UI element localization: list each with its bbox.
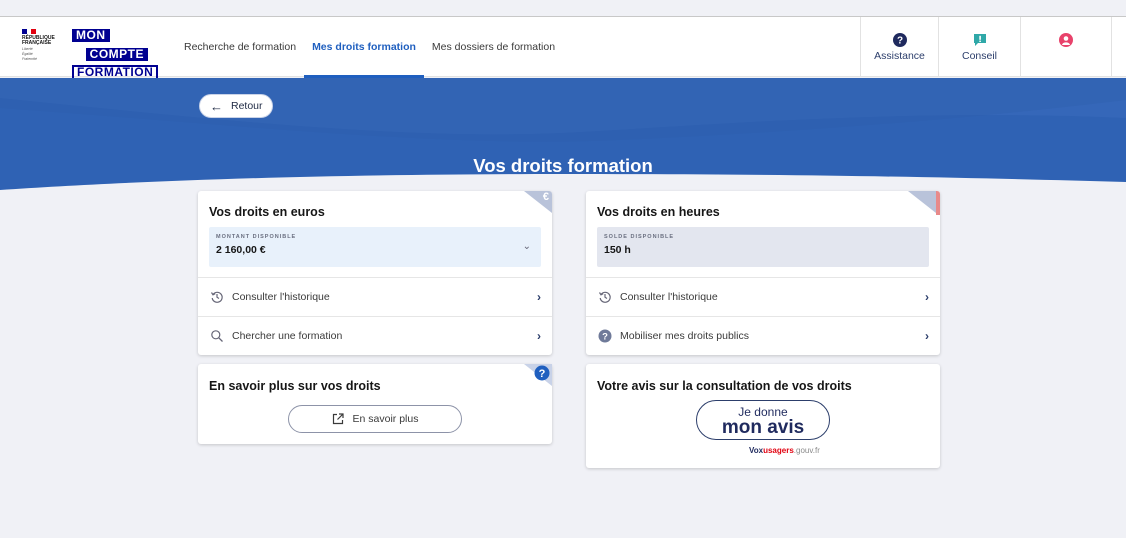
- solde-disponible-box: SOLDE DISPONIBLE 150 h: [597, 227, 929, 267]
- arrow-left-icon: ←: [210, 98, 223, 114]
- avis-line-2: mon avis: [721, 417, 805, 438]
- row-label: Consulter l'historique: [232, 291, 330, 303]
- card-title-avis: Votre avis sur la consultation de vos dr…: [597, 379, 852, 393]
- card-corner: [908, 191, 936, 213]
- marianne-motto-3: Fraternité: [22, 57, 37, 61]
- assistance-button[interactable]: ? Assistance: [860, 17, 938, 77]
- card-droits-euros: € Vos droits en euros MONTANT DISPONIBLE…: [198, 191, 552, 355]
- card-accent-stripe: [936, 191, 940, 215]
- en-savoir-plus-label: En savoir plus: [352, 413, 419, 425]
- nav-mes-droits-formation[interactable]: Mes droits formation: [304, 17, 424, 78]
- external-link-icon: [332, 413, 344, 425]
- republique-francaise-logo[interactable]: RÉPUBLIQUE FRANÇAISE Liberté Égalité Fra…: [22, 29, 64, 65]
- montant-disponible-dropdown[interactable]: MONTANT DISPONIBLE 2 160,00 € ⌄: [209, 227, 541, 267]
- help-badge-icon: ?: [534, 365, 550, 381]
- row-consulter-historique-heures[interactable]: Consulter l'historique ›: [586, 277, 940, 316]
- nav-mes-dossiers-formation[interactable]: Mes dossiers de formation: [424, 17, 563, 77]
- logo-line-mon: MON: [72, 29, 110, 42]
- card-title-euros: Vos droits en euros: [209, 205, 325, 219]
- en-savoir-plus-button[interactable]: En savoir plus: [288, 405, 462, 433]
- card-votre-avis: Votre avis sur la consultation de vos dr…: [586, 364, 940, 468]
- chat-alert-icon: [973, 33, 986, 46]
- svg-text:?: ?: [602, 332, 608, 343]
- chevron-down-icon: ⌄: [522, 241, 531, 252]
- search-icon: [211, 330, 223, 342]
- marianne-text-2: FRANÇAISE: [22, 40, 52, 46]
- logo-line-compte: COMPTE: [85, 48, 148, 61]
- montant-value: 2 160,00 €: [216, 244, 266, 256]
- page-title: Vos droits formation: [473, 155, 653, 176]
- row-label: Consulter l'historique: [620, 291, 718, 303]
- chevron-right-icon: ›: [537, 290, 541, 304]
- euro-icon: €: [542, 191, 549, 203]
- header-banner: [0, 78, 1126, 190]
- back-label: Retour: [231, 100, 263, 112]
- mon-compte-formation-logo[interactable]: MON COMPTE FORMATION: [72, 26, 159, 80]
- chevron-right-icon: ›: [925, 329, 929, 343]
- french-flag-icon: [22, 29, 37, 34]
- card-droits-heures: Vos droits en heures SOLDE DISPONIBLE 15…: [586, 191, 940, 355]
- history-icon: [598, 291, 611, 303]
- row-consulter-historique-euros[interactable]: Consulter l'historique ›: [198, 277, 552, 316]
- history-icon: [210, 291, 223, 303]
- nav-recherche-formation[interactable]: Recherche de formation: [176, 17, 304, 77]
- chevron-right-icon: ›: [925, 290, 929, 304]
- solde-value: 150 h: [604, 244, 631, 256]
- svg-text:?: ?: [539, 368, 546, 380]
- marianne-motto-2: Égalité: [22, 52, 33, 56]
- site-header: RÉPUBLIQUE FRANÇAISE Liberté Égalité Fra…: [0, 17, 1126, 80]
- montant-label: MONTANT DISPONIBLE: [216, 234, 297, 240]
- vox-brand-3: .gouv.fr: [793, 446, 820, 455]
- main-nav: Recherche de formation Mes droits format…: [176, 17, 563, 78]
- question-circle-icon: ?: [892, 32, 907, 47]
- assistance-label: Assistance: [874, 49, 925, 62]
- account-button[interactable]: [1020, 17, 1112, 77]
- row-label: Chercher une formation: [232, 330, 343, 342]
- je-donne-mon-avis-button[interactable]: Je donne mon avis: [696, 400, 830, 440]
- back-button[interactable]: ← Retour: [199, 94, 273, 118]
- marianne-motto-1: Liberté: [22, 47, 33, 51]
- row-mobiliser-droits-publics[interactable]: ? Mobiliser mes droits publics ›: [586, 316, 940, 355]
- card-en-savoir-plus: ? En savoir plus sur vos droits En savoi…: [198, 364, 552, 444]
- solde-label: SOLDE DISPONIBLE: [604, 234, 675, 240]
- question-circle-icon: ?: [598, 329, 612, 343]
- svg-text:?: ?: [896, 35, 902, 46]
- vox-brand-1: Vox: [749, 446, 764, 455]
- row-label: Mobiliser mes droits publics: [620, 330, 749, 342]
- user-account-icon: [1059, 33, 1073, 47]
- card-title-info: En savoir plus sur vos droits: [209, 379, 381, 393]
- vox-brand-2: usagers: [763, 446, 794, 455]
- conseil-button[interactable]: Conseil: [938, 17, 1020, 77]
- row-chercher-formation[interactable]: Chercher une formation ›: [198, 316, 552, 355]
- conseil-label: Conseil: [961, 49, 998, 62]
- voxusagers-logo: Voxusagers.gouv.fr: [749, 446, 820, 455]
- card-title-heures: Vos droits en heures: [597, 205, 720, 219]
- chevron-right-icon: ›: [537, 329, 541, 343]
